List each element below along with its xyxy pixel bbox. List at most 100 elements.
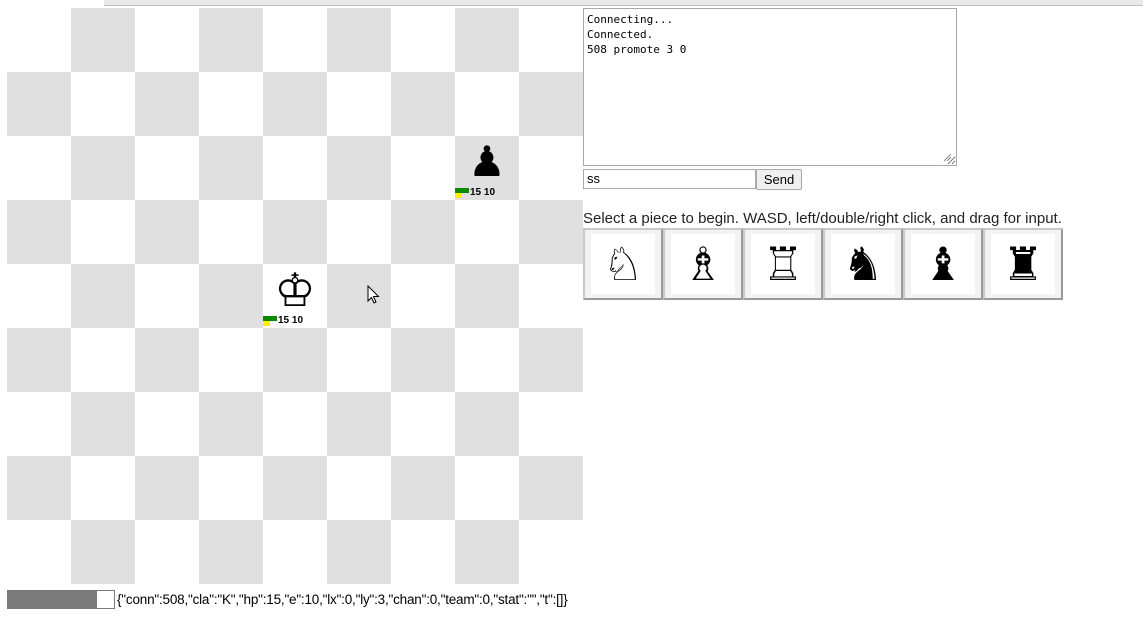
board-square[interactable]	[135, 264, 199, 328]
board-square[interactable]	[263, 328, 327, 392]
board-square[interactable]	[135, 328, 199, 392]
board-square[interactable]	[7, 328, 71, 392]
board-square[interactable]	[199, 72, 263, 136]
board-square[interactable]	[199, 200, 263, 264]
resize-grip-icon[interactable]	[942, 152, 952, 162]
mouse-cursor-icon	[367, 285, 380, 304]
black-bishop-icon: ♝	[911, 234, 975, 294]
energy-bar-yellow	[455, 193, 462, 198]
board-square[interactable]	[199, 8, 263, 72]
select-black-bishop-button[interactable]: ♝	[903, 228, 983, 300]
board-square[interactable]	[135, 8, 199, 72]
board-square[interactable]	[519, 392, 583, 456]
hp-progress-empty	[96, 589, 115, 609]
board-square[interactable]	[455, 456, 519, 520]
board-square[interactable]	[7, 392, 71, 456]
board-square[interactable]	[263, 392, 327, 456]
board-square[interactable]	[391, 200, 455, 264]
board-square[interactable]	[327, 136, 391, 200]
board-square[interactable]	[135, 136, 199, 200]
board-square[interactable]	[327, 200, 391, 264]
board-square[interactable]	[327, 520, 391, 584]
piece-hp: 15	[278, 315, 290, 326]
board-square[interactable]	[519, 136, 583, 200]
board-square[interactable]	[327, 8, 391, 72]
board-square[interactable]	[391, 136, 455, 200]
board-square[interactable]	[135, 520, 199, 584]
white-knight-icon: ♘	[591, 234, 655, 294]
board-square[interactable]	[327, 392, 391, 456]
board-square[interactable]	[519, 456, 583, 520]
board-square[interactable]	[263, 200, 327, 264]
board-square[interactable]	[135, 200, 199, 264]
board-square[interactable]	[455, 200, 519, 264]
board-square[interactable]	[391, 392, 455, 456]
board-square[interactable]	[455, 328, 519, 392]
select-white-bishop-button[interactable]: ♗	[663, 228, 743, 300]
board-square[interactable]	[7, 136, 71, 200]
board-square[interactable]	[7, 200, 71, 264]
board-piece-black-pawn[interactable]: ♟ 15 10	[455, 136, 519, 200]
board-square[interactable]	[391, 328, 455, 392]
board-square[interactable]	[71, 328, 135, 392]
board-square[interactable]	[263, 520, 327, 584]
board-square[interactable]	[199, 520, 263, 584]
select-white-knight-button[interactable]: ♘	[583, 228, 663, 300]
board-square[interactable]	[391, 8, 455, 72]
board-piece-white-king[interactable]: ♔ 15 10	[263, 264, 327, 328]
board-square[interactable]	[519, 264, 583, 328]
board-square[interactable]	[71, 200, 135, 264]
board-square[interactable]	[327, 456, 391, 520]
board-square[interactable]	[519, 200, 583, 264]
board-square[interactable]	[263, 8, 327, 72]
send-button[interactable]: Send	[756, 169, 802, 190]
board-square[interactable]	[391, 520, 455, 584]
board-square[interactable]	[199, 136, 263, 200]
board-square[interactable]	[71, 136, 135, 200]
board-square[interactable]	[519, 328, 583, 392]
board-square[interactable]	[135, 72, 199, 136]
command-input[interactable]: ss	[583, 169, 756, 189]
board-square[interactable]	[7, 520, 71, 584]
board-square[interactable]	[71, 8, 135, 72]
white-bishop-icon: ♗	[671, 234, 735, 294]
board-square[interactable]	[135, 456, 199, 520]
board-square[interactable]	[71, 456, 135, 520]
board-square[interactable]	[455, 392, 519, 456]
board-square[interactable]	[199, 264, 263, 328]
board-square[interactable]	[7, 456, 71, 520]
select-black-rook-button[interactable]: ♜	[983, 228, 1063, 300]
console-log[interactable]: Connecting... Connected. 508 promote 3 0	[583, 8, 957, 166]
board-square[interactable]	[71, 392, 135, 456]
board-square[interactable]	[455, 8, 519, 72]
board-square[interactable]	[263, 456, 327, 520]
board-square[interactable]	[455, 520, 519, 584]
board-square[interactable]	[327, 264, 391, 328]
board-square[interactable]	[391, 456, 455, 520]
select-white-rook-button[interactable]: ♖	[743, 228, 823, 300]
board-square[interactable]	[519, 520, 583, 584]
board-square[interactable]	[71, 72, 135, 136]
board-square[interactable]	[519, 8, 583, 72]
board-square[interactable]	[391, 264, 455, 328]
board-square[interactable]	[519, 72, 583, 136]
board-square[interactable]	[263, 136, 327, 200]
board-square[interactable]	[455, 72, 519, 136]
board-square[interactable]	[455, 264, 519, 328]
board-square[interactable]	[7, 264, 71, 328]
board-square[interactable]	[7, 8, 71, 72]
board-square[interactable]	[391, 72, 455, 136]
board-square[interactable]	[135, 392, 199, 456]
board-square[interactable]	[199, 328, 263, 392]
instructions-text: Select a piece to begin. WASD, left/doub…	[583, 210, 1062, 227]
board-square[interactable]	[7, 72, 71, 136]
board-square[interactable]	[199, 456, 263, 520]
select-black-knight-button[interactable]: ♞	[823, 228, 903, 300]
board-square[interactable]	[327, 72, 391, 136]
board-square[interactable]	[71, 264, 135, 328]
board-square[interactable]	[199, 392, 263, 456]
board-square[interactable]	[263, 72, 327, 136]
board-square[interactable]	[327, 328, 391, 392]
board-square[interactable]	[71, 520, 135, 584]
console-line: Connected.	[587, 28, 654, 41]
